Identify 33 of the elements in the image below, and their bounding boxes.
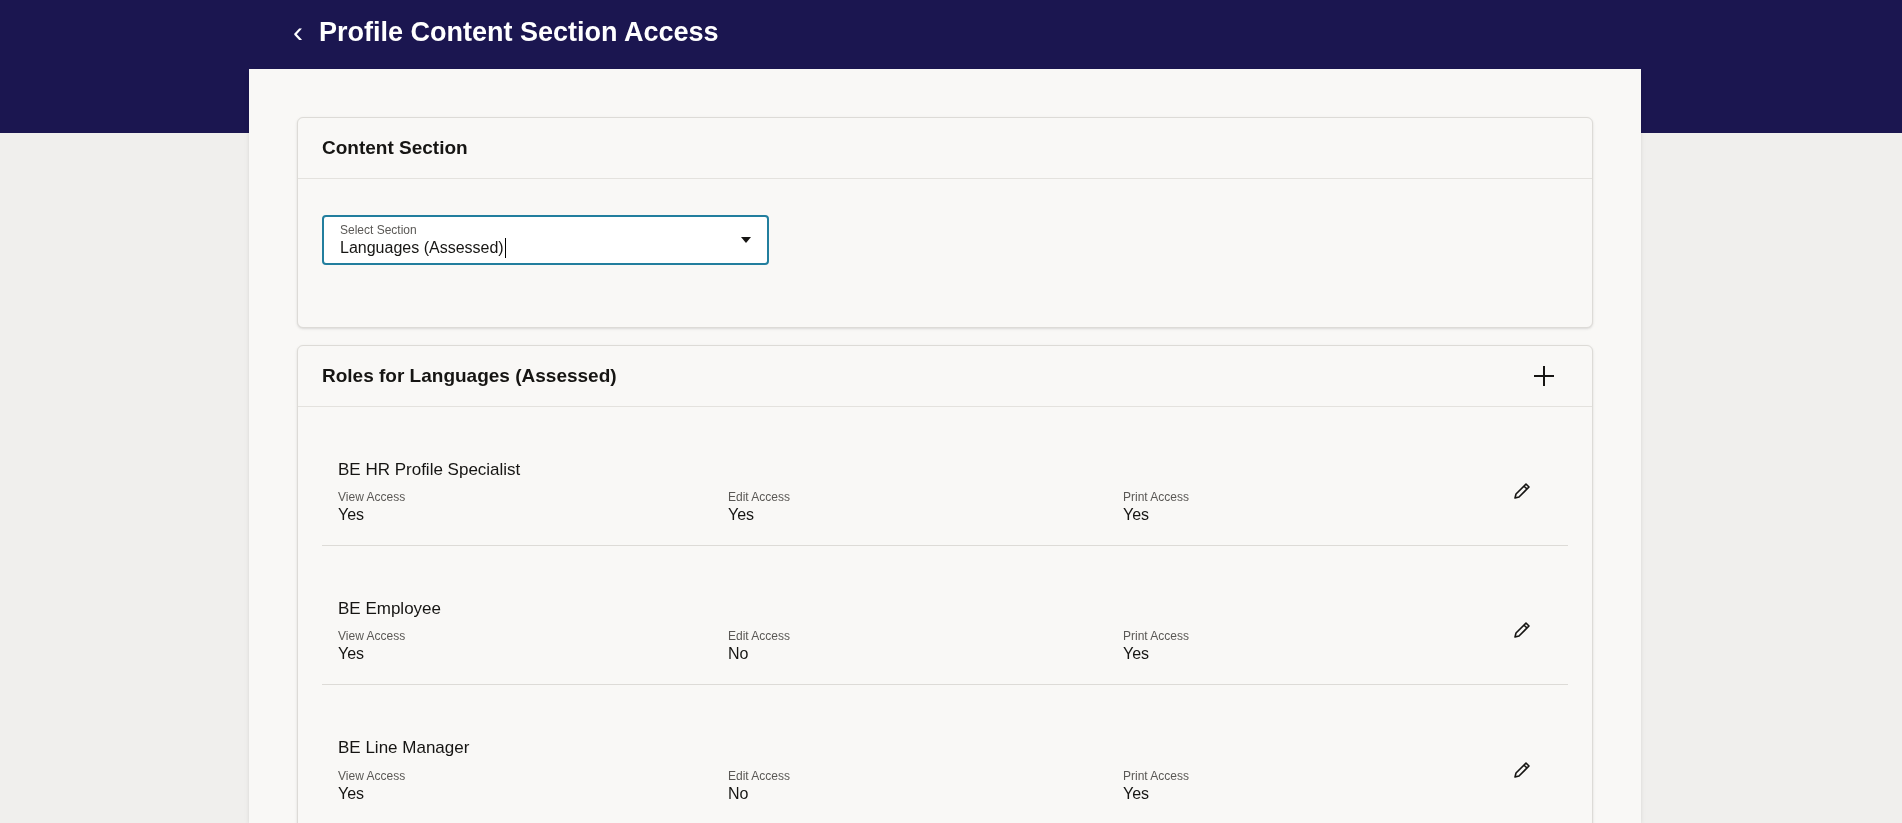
access-label: Edit Access bbox=[728, 490, 791, 506]
pencil-icon bbox=[1512, 481, 1532, 501]
field-value: Languages (Assessed) bbox=[340, 237, 506, 258]
access-label: View Access bbox=[338, 629, 406, 645]
access-label: Edit Access bbox=[728, 629, 791, 645]
access-value: Yes bbox=[338, 505, 365, 526]
role-name: BE HR Profile Specialist bbox=[338, 458, 521, 481]
page-title: Profile Content Section Access bbox=[319, 15, 719, 49]
access-value: Yes bbox=[338, 644, 365, 665]
access-label: Print Access bbox=[1123, 629, 1190, 645]
access-value: No bbox=[728, 644, 749, 665]
role-name: BE Employee bbox=[338, 597, 441, 620]
access-label: View Access bbox=[338, 768, 406, 784]
access-value: No bbox=[728, 783, 749, 804]
select-section-dropdown[interactable]: Select Section Languages (Assessed) bbox=[322, 215, 769, 265]
dropdown-caret-icon bbox=[741, 237, 751, 243]
access-label: Edit Access bbox=[728, 768, 791, 784]
back-button[interactable]: ‹ bbox=[293, 17, 303, 47]
card-title: Content Section bbox=[322, 135, 468, 160]
access-value: Yes bbox=[338, 783, 365, 804]
role-name: BE Line Manager bbox=[338, 737, 470, 760]
access-value: Yes bbox=[728, 505, 755, 526]
access-label: Print Access bbox=[1123, 768, 1190, 784]
access-value: Yes bbox=[1123, 783, 1150, 804]
access-value: Yes bbox=[1123, 644, 1150, 665]
field-label: Select Section bbox=[340, 222, 418, 238]
access-value: Yes bbox=[1123, 505, 1150, 526]
card-title: Roles for Languages (Assessed) bbox=[322, 363, 617, 388]
access-label: Print Access bbox=[1123, 490, 1190, 506]
plus-icon bbox=[1533, 365, 1555, 387]
pencil-icon bbox=[1512, 759, 1532, 780]
pencil-icon bbox=[1512, 620, 1532, 640]
access-label: View Access bbox=[338, 490, 406, 506]
